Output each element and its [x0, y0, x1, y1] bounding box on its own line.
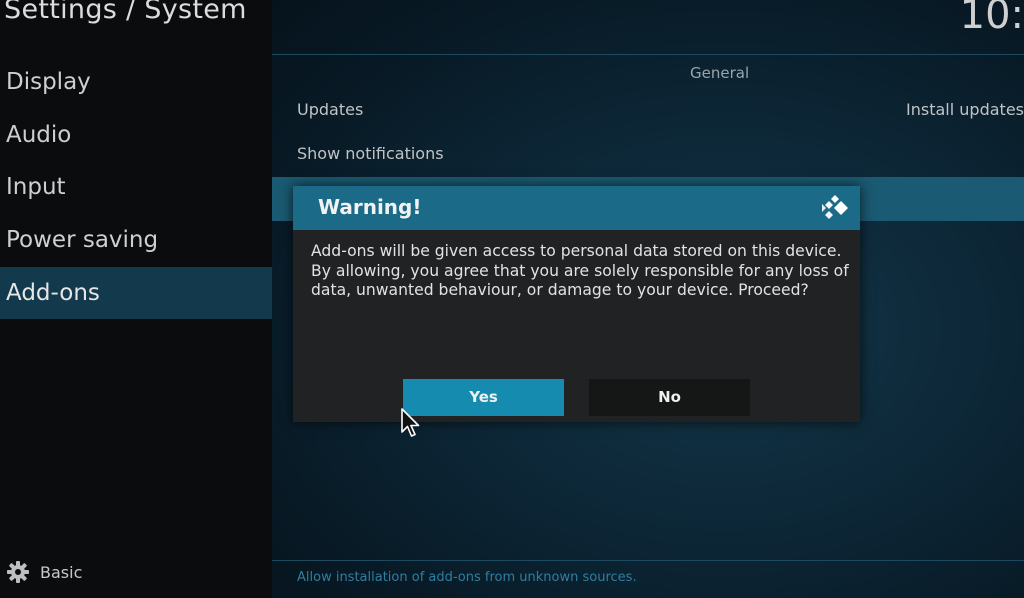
- settings-level-label: Basic: [40, 562, 83, 582]
- sidebar-item-input[interactable]: Input: [0, 161, 272, 214]
- page-title: Settings / System: [4, 0, 247, 25]
- group-title: General: [690, 64, 750, 82]
- yes-button[interactable]: Yes: [403, 379, 564, 416]
- setting-updates[interactable]: Updates: [297, 100, 363, 119]
- setting-description: Allow installation of add-ons from unkno…: [297, 570, 637, 585]
- settings-level-button[interactable]: Basic: [6, 560, 82, 584]
- dialog-header: Warning!: [293, 186, 860, 230]
- setting-show-notifications[interactable]: Show notifications: [297, 144, 444, 163]
- dialog-message: Add-ons will be given access to personal…: [311, 242, 849, 299]
- no-button[interactable]: No: [589, 379, 750, 416]
- dialog-title: Warning!: [318, 195, 422, 219]
- sidebar-menu: Display Audio Input Power saving Add-ons: [0, 56, 272, 320]
- sidebar-item-power-saving[interactable]: Power saving: [0, 214, 272, 267]
- kodi-settings-window: Settings / System Display Audio Input Po…: [0, 0, 1024, 598]
- warning-dialog: Warning! Add-ons will be given access to…: [293, 186, 860, 422]
- clock: 10:: [959, 0, 1024, 38]
- sidebar: Settings / System Display Audio Input Po…: [0, 0, 272, 598]
- sidebar-item-add-ons[interactable]: Add-ons: [0, 266, 272, 320]
- mouse-pointer-icon: [401, 408, 421, 442]
- divider: [272, 560, 1024, 561]
- setting-updates-value: Install updates: [906, 100, 1024, 119]
- sidebar-item-audio[interactable]: Audio: [0, 109, 272, 162]
- sidebar-item-display[interactable]: Display: [0, 56, 272, 109]
- divider: [272, 54, 1024, 55]
- kodi-logo-icon: [820, 194, 850, 226]
- gear-icon: [6, 560, 30, 584]
